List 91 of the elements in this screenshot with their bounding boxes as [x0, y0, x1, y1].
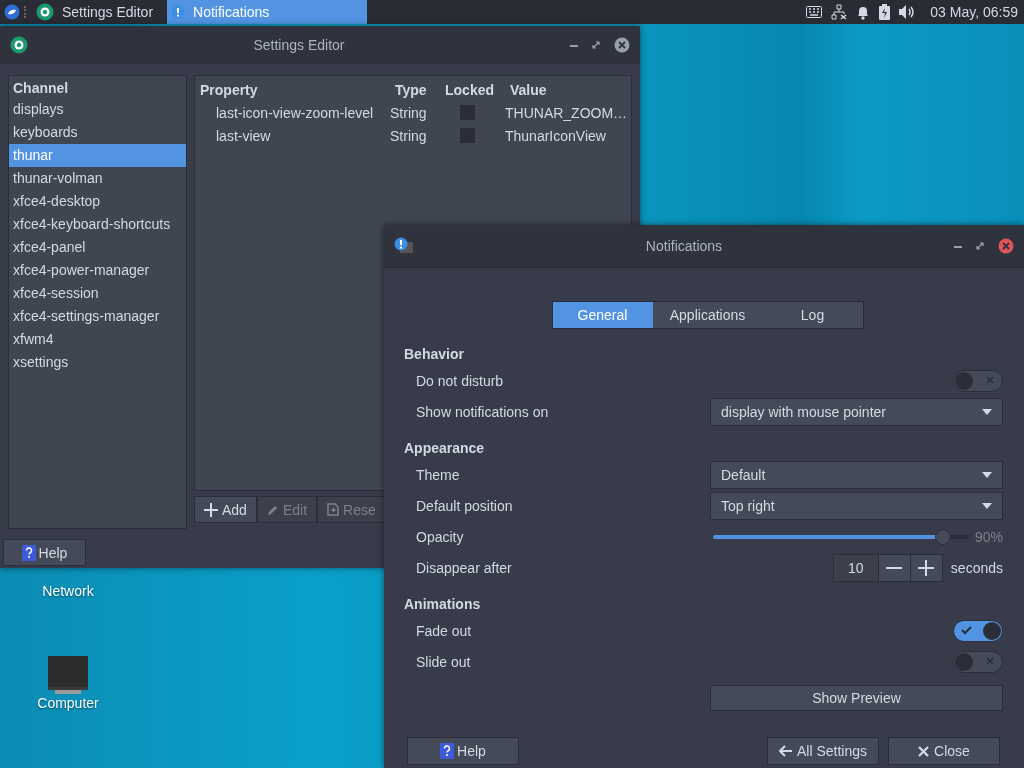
maximize-icon[interactable]	[976, 242, 984, 250]
help-button[interactable]: Help	[407, 737, 519, 765]
window-title: Settings Editor	[252, 37, 346, 53]
plus-button[interactable]	[909, 554, 942, 581]
battery-icon[interactable]	[879, 4, 891, 20]
setting-label: Default position	[416, 497, 513, 514]
column-header[interactable]: Locked	[440, 81, 505, 98]
table-cell-text: ThunarIconView	[505, 127, 607, 144]
section-heading: Behavior	[404, 345, 465, 364]
keyboard-icon[interactable]	[806, 6, 823, 18]
close-icon[interactable]	[614, 37, 630, 53]
dropdown[interactable]: display with mouse pointer	[710, 397, 1003, 426]
caret-icon	[982, 408, 992, 415]
toggle-switch[interactable]	[953, 369, 1003, 392]
monitor-icon[interactable]	[47, 655, 89, 695]
setting-label: Opacity	[416, 528, 464, 545]
table-cell-text: String	[390, 104, 428, 121]
channel-item[interactable]: xfwm4	[9, 328, 186, 351]
table-cell-text: String	[390, 127, 428, 144]
caret-icon	[982, 502, 992, 509]
unit-label: seconds	[950, 559, 1003, 576]
minus-button[interactable]	[877, 554, 910, 581]
checkbox[interactable]	[460, 105, 475, 120]
mouse-logo-icon[interactable]	[4, 4, 20, 20]
setting-label: Disappear after	[416, 559, 512, 576]
channel-item[interactable]: xfce4-keyboard-shortcuts	[9, 213, 186, 236]
help-icon	[440, 743, 455, 759]
check-icon	[961, 625, 972, 635]
setting-label: Do not disturb	[416, 372, 504, 389]
slider-value: 90%	[974, 528, 1003, 545]
checkbox[interactable]	[460, 128, 475, 143]
channel-item[interactable]: thunar-volman	[9, 167, 186, 190]
table-cell-text: last-icon-view-zoom-level	[215, 104, 375, 121]
channel-item[interactable]: xfce4-session	[9, 282, 186, 305]
clock[interactable]: 03 May, 06:59	[930, 4, 1018, 20]
notification-icon	[394, 237, 414, 255]
tab[interactable]: Applications	[652, 302, 763, 328]
x-icon	[986, 656, 994, 665]
channel-item[interactable]: xfce4-desktop	[9, 190, 186, 213]
setting-label: Theme	[416, 466, 460, 483]
help-icon	[21, 544, 36, 561]
pencil-icon	[266, 503, 279, 516]
column-header[interactable]: Channel	[9, 78, 186, 98]
minus-icon	[886, 566, 903, 569]
section-heading: Appearance	[404, 439, 486, 458]
window-title: Notifications	[644, 238, 724, 254]
desktop-icon-label[interactable]: Network	[42, 583, 94, 599]
close-icon[interactable]	[998, 238, 1014, 254]
toolbar-button[interactable]: Add	[194, 496, 257, 523]
help-button[interactable]: Help	[3, 539, 86, 566]
notification-icon	[171, 5, 186, 19]
tab[interactable]: Log	[762, 302, 863, 328]
bell-icon[interactable]	[856, 4, 871, 20]
opacity-slider[interactable]	[713, 528, 969, 545]
reset-icon	[327, 503, 340, 516]
network-offline-icon[interactable]	[831, 4, 848, 20]
left-arrow-icon	[778, 745, 792, 757]
show-preview-button[interactable]: Show Preview	[710, 685, 1003, 711]
dropdown[interactable]: Top right	[710, 491, 1003, 520]
spin-value[interactable]: 10	[833, 554, 878, 581]
setting-label: Show notifications on	[416, 403, 549, 420]
maximize-icon[interactable]	[592, 41, 600, 49]
section-heading: Animations	[404, 595, 482, 614]
plus-icon	[204, 502, 218, 517]
setting-label: Slide out	[416, 653, 471, 670]
toggle-switch[interactable]	[953, 650, 1003, 673]
table-cell-text: last-view	[215, 127, 272, 144]
column-header[interactable]: Value	[505, 81, 631, 98]
minimize-icon[interactable]	[570, 43, 578, 47]
caret-icon	[982, 471, 992, 478]
channel-item[interactable]: xsettings	[9, 351, 186, 374]
toggle-switch[interactable]	[953, 619, 1003, 642]
dropdown[interactable]: Default	[710, 460, 1003, 489]
minimize-icon[interactable]	[954, 244, 962, 248]
plus-icon	[918, 559, 935, 576]
column-header[interactable]: Type	[390, 81, 440, 98]
table-cell-text: THUNAR_ZOOM…	[505, 104, 629, 121]
volume-icon[interactable]	[899, 5, 916, 19]
column-header[interactable]: Property	[195, 81, 390, 98]
footer-button[interactable]: Close	[888, 737, 1000, 765]
channel-item[interactable]: xfce4-settings-manager	[9, 305, 186, 328]
channel-item[interactable]: keyboards	[9, 121, 186, 144]
x-icon	[986, 375, 994, 384]
desktop-icon-label[interactable]: Computer	[37, 695, 99, 711]
setting-label: Fade out	[416, 622, 472, 639]
channel-item[interactable]: xfce4-panel	[9, 236, 186, 259]
channel-item[interactable]: displays	[9, 98, 186, 121]
channel-item[interactable]: xfce4-power-manager	[9, 259, 186, 282]
footer-button[interactable]: All Settings	[767, 737, 879, 765]
taskbar-button[interactable]: Settings Editor	[32, 0, 164, 24]
close-icon	[918, 745, 930, 757]
